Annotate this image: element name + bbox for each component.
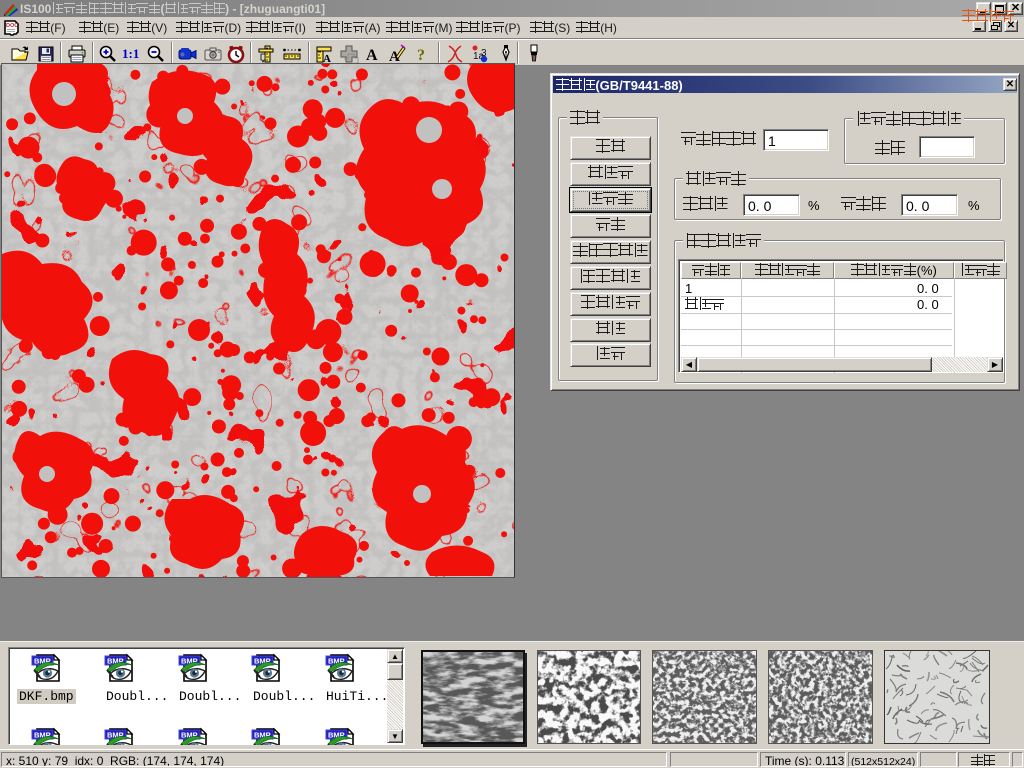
- svg-text:DOC: DOC: [6, 23, 18, 29]
- svg-text:?: ?: [417, 47, 425, 64]
- svg-text:A: A: [366, 47, 378, 64]
